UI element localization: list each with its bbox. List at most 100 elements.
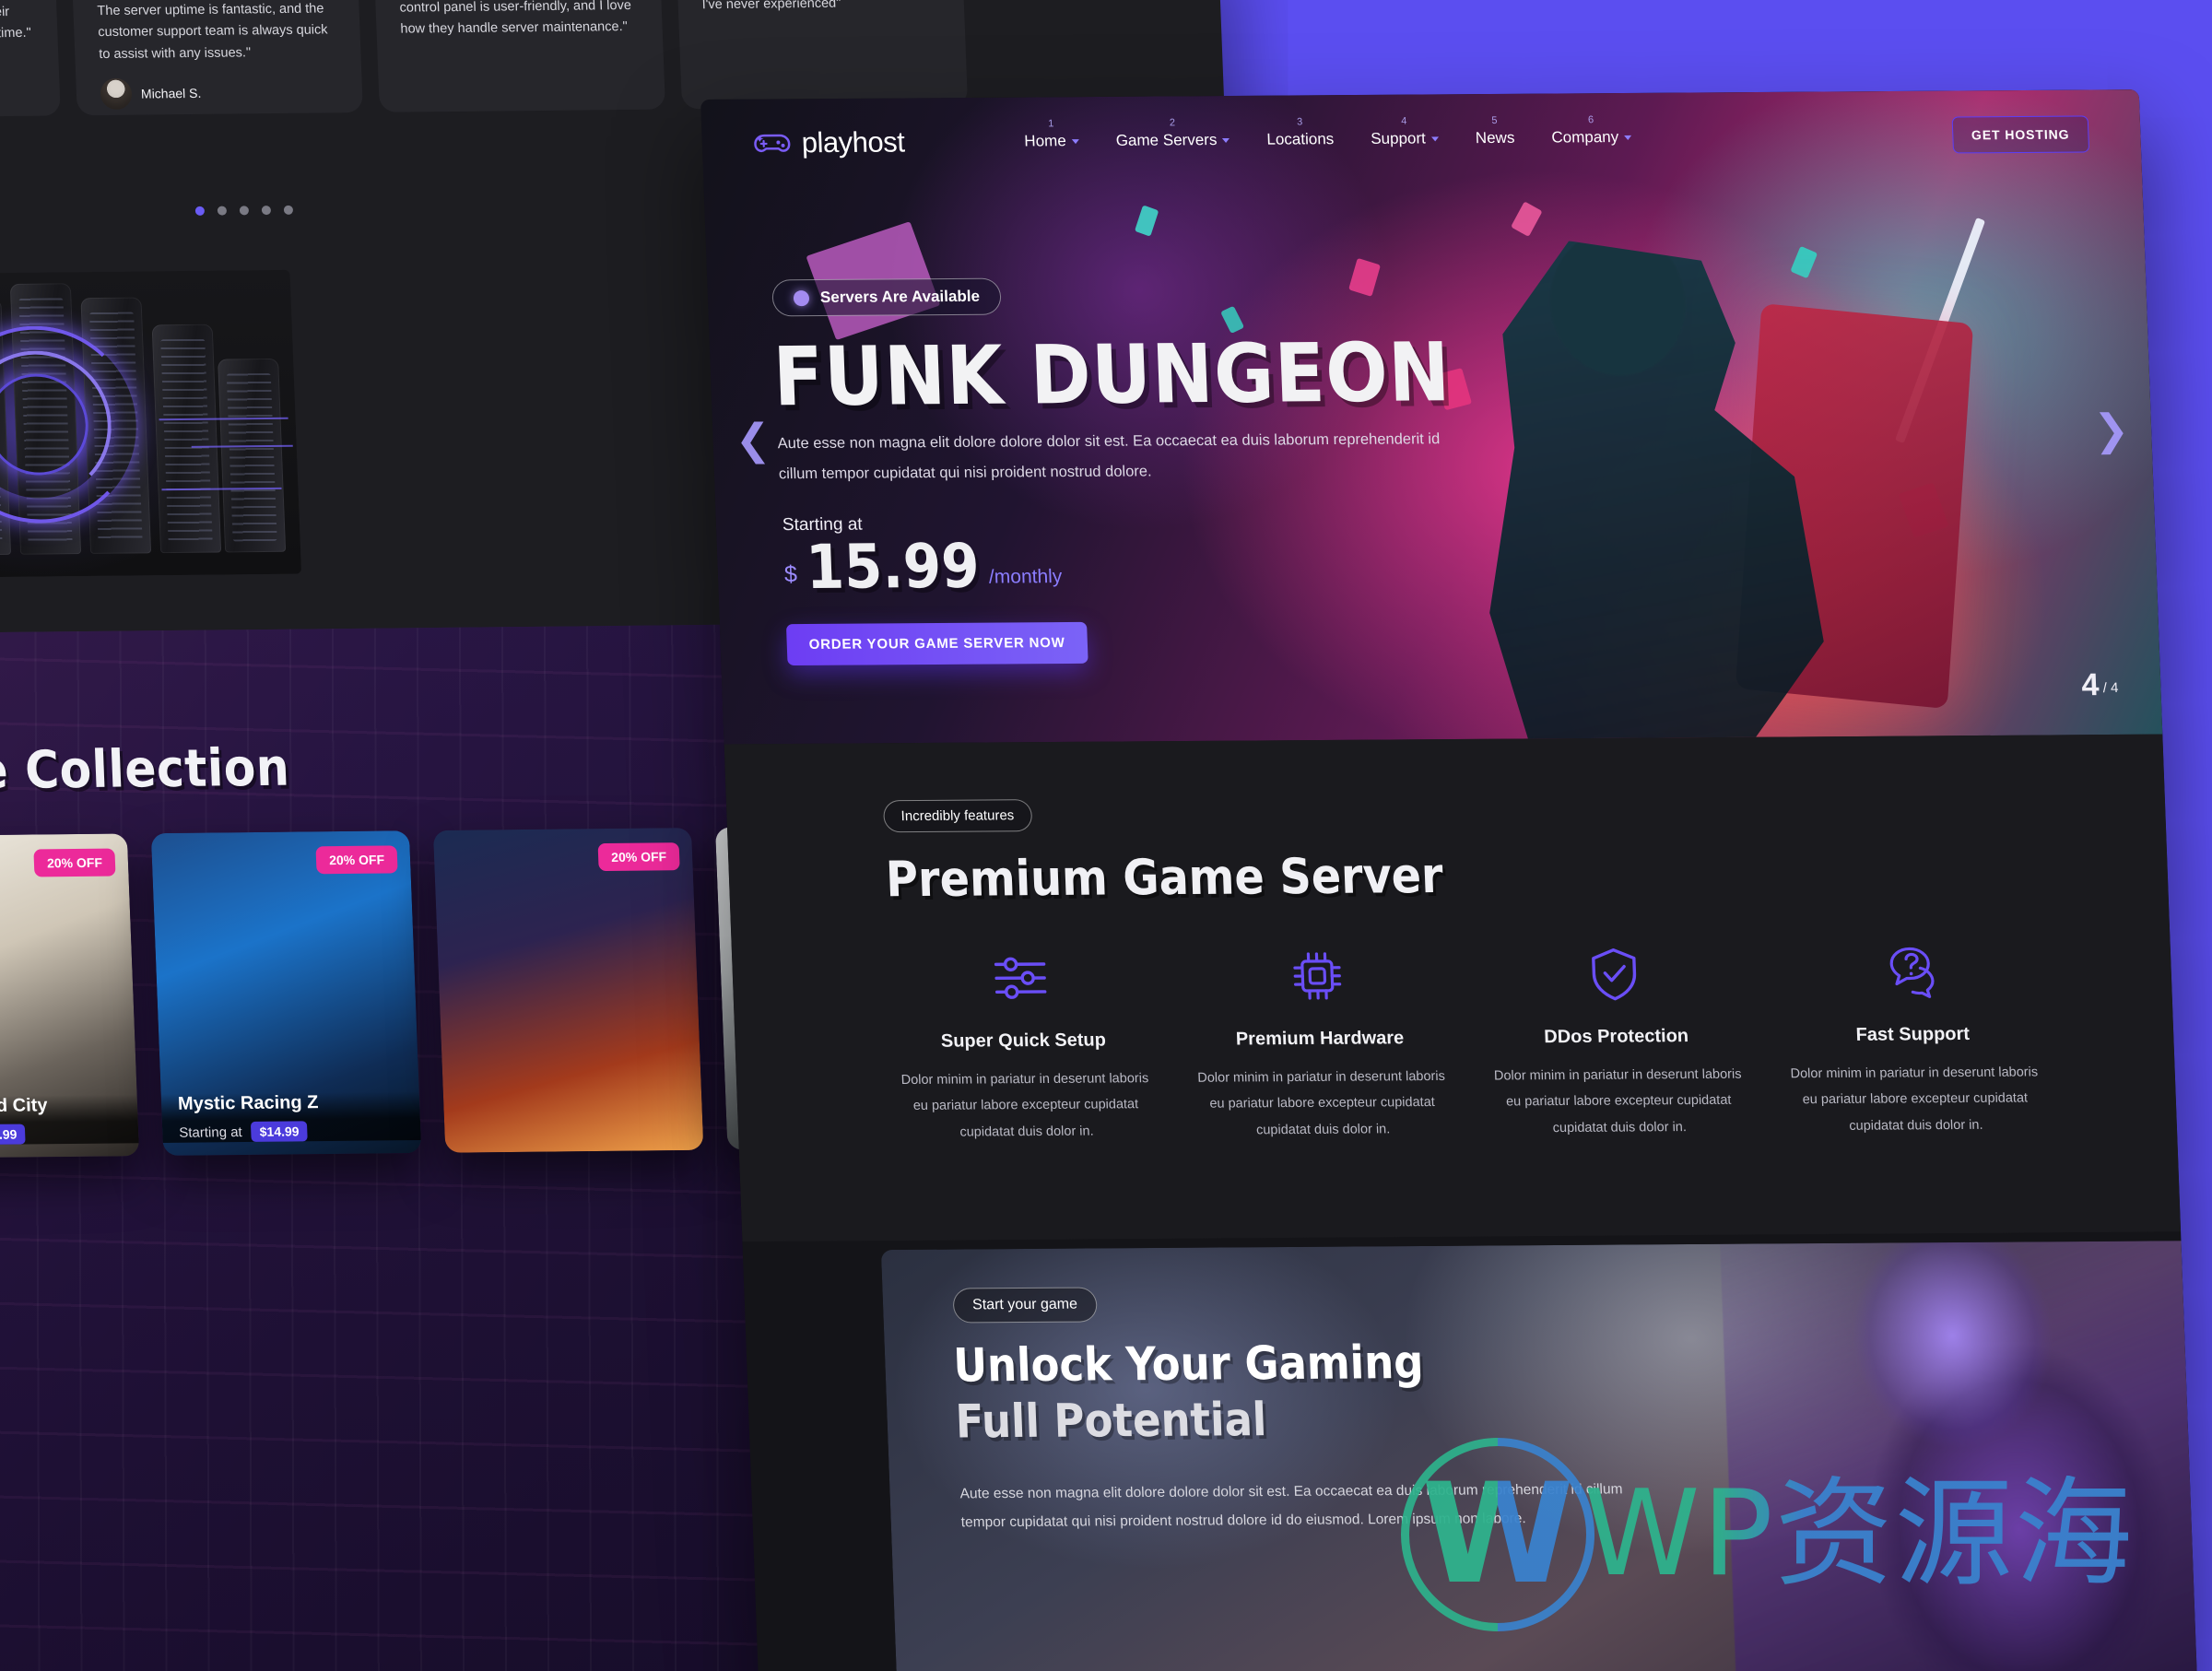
game-card-meta: Mystic Racing Z Starting at $14.99	[160, 1091, 421, 1143]
status-dot-icon	[793, 289, 810, 306]
cta-pill: Start your game	[952, 1287, 1098, 1324]
chevron-down-icon	[1430, 135, 1439, 141]
game-card[interactable]: 20% OFF Mystic Racing Z Starting at $14.…	[150, 830, 422, 1156]
features-grid: Super Quick Setup Dolor minim in pariatu…	[888, 942, 2048, 1145]
confetti-shape	[1134, 205, 1159, 237]
brand-name: playhost	[801, 125, 905, 159]
cta-title-line1: Unlock Your Gaming	[952, 1335, 1425, 1393]
hero-title: FUNK DUNGEON	[771, 324, 1453, 425]
game-price: $14.99	[0, 1124, 26, 1146]
discount-badge: 20% OFF	[33, 848, 116, 877]
confetti-shape	[1790, 245, 1818, 279]
feature-card: Super Quick Setup Dolor minim in pariatu…	[888, 948, 1159, 1146]
feature-card: DDos Protection Dolor minim in pariatur …	[1481, 945, 1751, 1142]
server-rack	[151, 324, 222, 554]
section-title: Game Collection	[0, 737, 291, 803]
avatar	[100, 78, 133, 111]
nav-item-label: Game Servers	[1115, 131, 1218, 149]
chevron-down-icon	[1071, 138, 1079, 144]
server-rack-illustration	[0, 269, 302, 580]
chat-question-icon	[1881, 943, 1940, 1000]
confetti-shape	[1348, 257, 1382, 297]
chevron-left-icon[interactable]: ❮	[735, 415, 771, 463]
price-amount: 15.99	[805, 530, 981, 603]
shield-check-icon	[1584, 945, 1643, 1002]
nav-item-number: 6	[1587, 114, 1594, 126]
testimonial-card[interactable]: ★★★★★ "Running a game server used to be …	[371, 0, 666, 112]
slide-total: 4	[2110, 679, 2119, 697]
testimonial-author: Michael S.	[100, 76, 338, 111]
testimonial-card[interactable]: ★★★★★ "I've tried several hosts in the p…	[674, 0, 969, 110]
front-page-panel: playhost 1 Home 2 Game Servers 3 Locatio…	[700, 89, 2199, 1671]
server-rack	[218, 358, 287, 553]
testimonial-card[interactable]: ★★★★★ "The DDoS protection from Playhost…	[0, 0, 61, 119]
sliders-icon	[992, 949, 1051, 1006]
author-name: Michael S.	[140, 86, 202, 101]
testimonial-card[interactable]: ★★★★★ "I've been using Playhost for my g…	[68, 0, 363, 116]
feature-title: Super Quick Setup	[940, 1030, 1107, 1052]
brand-logo[interactable]: playhost	[753, 125, 905, 159]
testimonial-quote: "The DDoS protection from Playhost is a …	[0, 0, 32, 43]
game-title: Mystic Racing Z	[177, 1092, 319, 1114]
hero-subtitle: Aute esse non magna elit dolore dolore d…	[777, 430, 1441, 483]
cta-title-line2: Full Potential	[954, 1393, 1268, 1449]
nav-item-number: 4	[1401, 115, 1407, 127]
testimonial-pagination-dots[interactable]	[194, 205, 294, 216]
nav-item-label: Company	[1551, 128, 1619, 147]
nav-item-home[interactable]: 1 Home	[1024, 118, 1079, 150]
cta-section: Start your game Unlock Your Gaming Full …	[880, 1241, 2199, 1671]
main-navigation: 1 Home 2 Game Servers 3 Locations 4 Supp…	[1024, 114, 1632, 151]
nav-item-news[interactable]: 5 News	[1475, 115, 1515, 147]
nav-item-number: 3	[1296, 116, 1303, 128]
discount-badge: 20% OFF	[315, 845, 398, 875]
status-badge-label: Servers Are Available	[819, 287, 981, 306]
feature-description: Dolor minim in pariatur in deserunt labo…	[1493, 1066, 1742, 1136]
site-navbar: playhost 1 Home 2 Game Servers 3 Locatio…	[700, 89, 2142, 188]
slide-separator: /	[2102, 680, 2108, 697]
pagination-dot[interactable]	[239, 206, 250, 216]
game-artwork	[432, 828, 704, 1153]
get-hosting-button[interactable]: GET HOSTING	[1951, 115, 2090, 154]
nav-item-label: Home	[1024, 132, 1067, 150]
chevron-down-icon	[1222, 137, 1230, 143]
pagination-dot-active[interactable]	[194, 206, 206, 216]
features-title: Premium Game Server	[885, 848, 1444, 909]
confetti-shape	[1511, 201, 1543, 238]
nav-item-number: 2	[1169, 117, 1176, 129]
testimonial-quote: "I've tried several hosts in the past, a…	[701, 0, 841, 13]
slide-counter: 4 / 4	[2081, 667, 2119, 703]
feature-title: Fast Support	[1855, 1023, 1971, 1045]
nav-item-support[interactable]: 4 Support	[1371, 116, 1439, 148]
chevron-right-icon[interactable]: ❯	[2093, 406, 2130, 453]
game-card-meta: Thunder and City Starting at $14.99	[0, 1094, 139, 1147]
game-card[interactable]: 20% OFF Thunder and City Starting at $14…	[0, 833, 140, 1159]
feature-description: Dolor minim in pariatur in deserunt labo…	[900, 1071, 1149, 1140]
nav-item-label: News	[1475, 128, 1515, 147]
testimonial-author: Bryan G.	[0, 58, 36, 92]
features-pill: Incredibly features	[882, 799, 1032, 833]
cta-title: Unlock Your Gaming Full Potential	[952, 1335, 1426, 1450]
screenshot-stage: ★★★★★ a reliable ents, we e never let rf…	[0, 0, 2212, 1671]
feature-description: Dolor minim in pariatur in deserunt labo…	[1790, 1065, 2039, 1134]
slide-current: 4	[2080, 667, 2100, 703]
game-price-row: Starting at $14.99	[0, 1123, 123, 1146]
nav-item-locations[interactable]: 3 Locations	[1266, 116, 1335, 148]
nav-item-number: 5	[1491, 114, 1498, 126]
game-price: $14.99	[251, 1121, 308, 1142]
starting-at-label: Starting at	[178, 1124, 242, 1141]
pagination-dot[interactable]	[217, 206, 228, 216]
game-price-row: Starting at $14.99	[179, 1120, 405, 1143]
hero-price: $ 15.99 /monthly	[783, 530, 1064, 603]
price-period: /monthly	[988, 565, 1063, 588]
pagination-dot[interactable]	[261, 206, 272, 216]
pagination-dot[interactable]	[283, 205, 294, 215]
hero-slider: playhost 1 Home 2 Game Servers 3 Locatio…	[700, 89, 2163, 745]
game-title: Thunder and City	[0, 1095, 48, 1117]
feature-card: Premium Hardware Dolor minim in pariatur…	[1185, 947, 1455, 1144]
order-game-server-button[interactable]: ORDER YOUR GAME SERVER NOW	[785, 621, 1088, 666]
nav-item-company[interactable]: 6 Company	[1551, 114, 1632, 147]
feature-title: Premium Hardware	[1235, 1028, 1405, 1050]
feature-card: Fast Support Dolor minim in pariatur in …	[1778, 942, 2048, 1139]
game-card[interactable]: 20% OFF	[432, 828, 704, 1153]
nav-item-game-servers[interactable]: 2 Game Servers	[1115, 117, 1230, 150]
